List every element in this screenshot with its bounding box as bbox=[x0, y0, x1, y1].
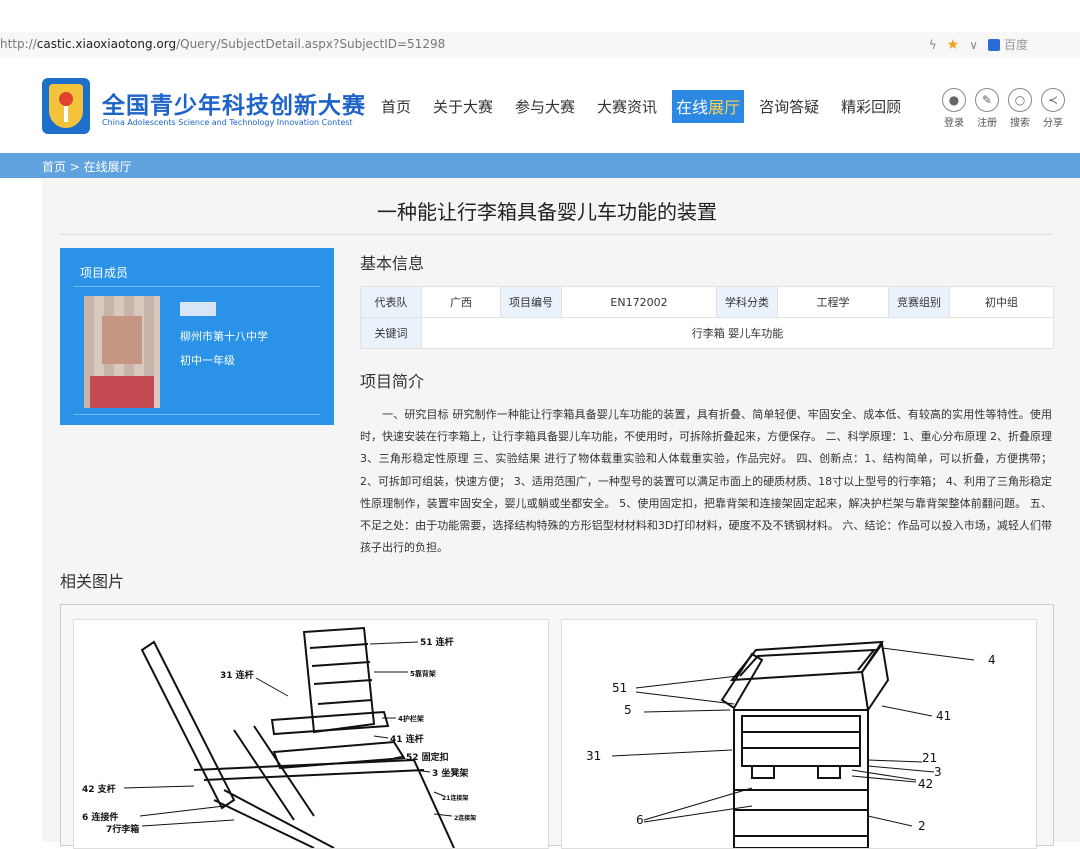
search-engine-label: 百度 bbox=[1003, 38, 1028, 52]
login-button[interactable]: ● 登录 bbox=[940, 88, 968, 129]
site-header: 全国青少年科技创新大赛 China Adolescents Science an… bbox=[0, 58, 1080, 152]
fig1-label: 42 支杆 bbox=[82, 783, 116, 795]
nav-home[interactable]: 首页 bbox=[370, 90, 422, 123]
figure-front-view[interactable]: 4 51 5 41 31 21 3 42 6 2 bbox=[561, 619, 1037, 849]
intro-title: 项目简介 bbox=[360, 372, 425, 391]
url-prefix: http:// bbox=[0, 37, 37, 51]
fig2-label: 3 bbox=[934, 765, 942, 779]
code-label: 项目编号 bbox=[500, 286, 562, 318]
header-tools: ● 登录 ✎ 注册 ○ 搜索 ≺ 分享 bbox=[940, 88, 1067, 129]
star-icon[interactable]: ★ bbox=[947, 37, 960, 53]
share-label: 分享 bbox=[1043, 118, 1063, 129]
nav-participate[interactable]: 参与大赛 bbox=[504, 90, 586, 123]
member-grade: 初中一年级 bbox=[180, 354, 235, 367]
intro-text: 一、研究目标 研究制作一种能让行李箱具备婴儿车功能的装置，具有折叠、简单轻便、牢… bbox=[360, 404, 1052, 559]
main-nav: 首页 关于大赛 参与大赛 大赛资讯 在线展厅 咨询答疑 精彩回顾 bbox=[370, 90, 912, 123]
search-label: 搜索 bbox=[1010, 118, 1030, 129]
search-button[interactable]: ○ 搜索 bbox=[1006, 88, 1034, 129]
register-button[interactable]: ✎ 注册 bbox=[973, 88, 1001, 129]
baidu-paw-icon bbox=[987, 38, 1000, 51]
fig1-label: 4护栏架 bbox=[398, 714, 424, 723]
share-icon: ≺ bbox=[1041, 88, 1065, 112]
table-row: 代表队 广西 项目编号 EN172002 学科分类 工程学 竞赛组别 初中组 bbox=[360, 286, 1054, 318]
pen-icon: ✎ bbox=[975, 88, 999, 112]
address-bar-tools: ϟ ★ ∨ 百度 bbox=[929, 36, 1028, 53]
code-value: EN172002 bbox=[561, 286, 717, 318]
title-divider bbox=[60, 234, 1052, 235]
breadcrumb[interactable]: 首页 > 在线展厅 bbox=[42, 158, 132, 175]
nav-review[interactable]: 精彩回顾 bbox=[830, 90, 912, 123]
member-divider-bottom bbox=[74, 414, 320, 415]
browser-tab-strip bbox=[0, 0, 1080, 32]
member-card: 项目成员 柳州市第十八中学 初中一年级 bbox=[60, 248, 334, 425]
member-name-redacted bbox=[180, 302, 216, 316]
fig1-label: 52 固定扣 bbox=[406, 751, 449, 763]
related-images-title: 相关图片 bbox=[60, 572, 125, 591]
member-header: 项目成员 bbox=[80, 266, 129, 280]
keywords-label: 关键词 bbox=[360, 317, 422, 349]
figure-side-view[interactable]: 51 连杆 5靠背架 31 连杆 4护栏架 41 连杆 52 固定扣 3 坐凳架… bbox=[73, 619, 549, 849]
page-title: 一种能让行李箱具备婴儿车功能的装置 bbox=[377, 200, 717, 224]
fig1-label: 3 坐凳架 bbox=[432, 767, 468, 779]
fig2-label: 51 bbox=[612, 681, 627, 695]
url-text[interactable]: http://castic.xiaoxiaotong.org/Query/Sub… bbox=[0, 37, 445, 51]
subject-label: 学科分类 bbox=[716, 286, 778, 318]
lightning-icon[interactable]: ϟ bbox=[929, 38, 937, 52]
nav-online-exhibition[interactable]: 在线展厅 bbox=[672, 90, 745, 123]
fig2-label: 6 bbox=[636, 813, 644, 827]
team-value: 广西 bbox=[421, 286, 501, 318]
fig2-label: 4 bbox=[988, 653, 996, 667]
fig1-label: 2连接架 bbox=[454, 814, 476, 822]
project-content: 一种能让行李箱具备婴儿车功能的装置 项目成员 柳州市第十八中学 初中一年级 基本… bbox=[42, 178, 1080, 849]
search-engine[interactable]: 百度 bbox=[987, 36, 1028, 53]
team-label: 代表队 bbox=[360, 286, 422, 318]
fig2-label: 2 bbox=[918, 819, 926, 833]
fig2-label: 31 bbox=[586, 749, 601, 763]
chevron-down-icon[interactable]: ∨ bbox=[969, 38, 978, 52]
url-domain: castic.xiaoxiaotong.org bbox=[36, 37, 177, 51]
fig1-label: 6 连接件 bbox=[82, 811, 118, 823]
basic-info-table: 代表队 广西 项目编号 EN172002 学科分类 工程学 竞赛组别 初中组 关… bbox=[360, 286, 1054, 349]
member-photo bbox=[84, 296, 160, 408]
nav-online-exhibition-b: 展厅 bbox=[708, 98, 741, 117]
image-gallery: 51 连杆 5靠背架 31 连杆 4护栏架 41 连杆 52 固定扣 3 坐凳架… bbox=[60, 604, 1054, 849]
fig2-label: 41 bbox=[936, 709, 951, 723]
table-row: 关键词 行李箱 婴儿车功能 bbox=[360, 317, 1054, 349]
member-divider bbox=[74, 286, 320, 287]
fig1-label: 51 连杆 bbox=[420, 636, 454, 648]
breadcrumb-bar: 首页 > 在线展厅 bbox=[0, 153, 1080, 178]
brand-subtitle: China Adolescents Science and Technology… bbox=[102, 118, 353, 127]
stroller-front-drawing: 4 51 5 41 31 21 3 42 6 2 bbox=[586, 640, 996, 848]
nav-consult[interactable]: 咨询答疑 bbox=[748, 90, 830, 123]
brand-title[interactable]: 全国青少年科技创新大赛 bbox=[102, 86, 366, 120]
fig1-label: 21连接架 bbox=[442, 794, 468, 802]
subject-value: 工程学 bbox=[777, 286, 889, 318]
fig1-label: 31 连杆 bbox=[220, 669, 254, 681]
member-school: 柳州市第十八中学 bbox=[180, 330, 268, 343]
group-label: 竞赛组别 bbox=[888, 286, 950, 318]
stroller-side-drawing: 51 连杆 5靠背架 31 连杆 4护栏架 41 连杆 52 固定扣 3 坐凳架… bbox=[82, 626, 476, 848]
fig2-label: 5 bbox=[624, 703, 632, 717]
login-label: 登录 bbox=[944, 118, 964, 129]
url-path: /Query/SubjectDetail.aspx?SubjectID=5129… bbox=[176, 37, 446, 51]
nav-news[interactable]: 大赛资讯 bbox=[586, 90, 668, 123]
fig1-label: 41 连杆 bbox=[390, 733, 424, 745]
address-bar[interactable]: http://castic.xiaoxiaotong.org/Query/Sub… bbox=[0, 32, 1080, 59]
fig2-label: 21 bbox=[922, 751, 937, 765]
keywords-value: 行李箱 婴儿车功能 bbox=[421, 317, 1054, 349]
fig2-label: 42 bbox=[918, 777, 933, 791]
nav-online-exhibition-a: 在线 bbox=[676, 98, 709, 117]
user-icon: ● bbox=[942, 88, 966, 112]
basic-info-title: 基本信息 bbox=[360, 254, 425, 273]
share-button[interactable]: ≺ 分享 bbox=[1039, 88, 1067, 129]
fig1-label: 7行李箱 bbox=[106, 823, 139, 835]
search-icon: ○ bbox=[1008, 88, 1032, 112]
group-value: 初中组 bbox=[949, 286, 1054, 318]
intro-body: 一、研究目标 研究制作一种能让行李箱具备婴儿车功能的装置，具有折叠、简单轻便、牢… bbox=[360, 408, 1052, 555]
nav-about[interactable]: 关于大赛 bbox=[422, 90, 504, 123]
fig1-label: 5靠背架 bbox=[410, 669, 436, 678]
contest-logo-icon[interactable] bbox=[42, 78, 90, 134]
register-label: 注册 bbox=[977, 118, 997, 129]
